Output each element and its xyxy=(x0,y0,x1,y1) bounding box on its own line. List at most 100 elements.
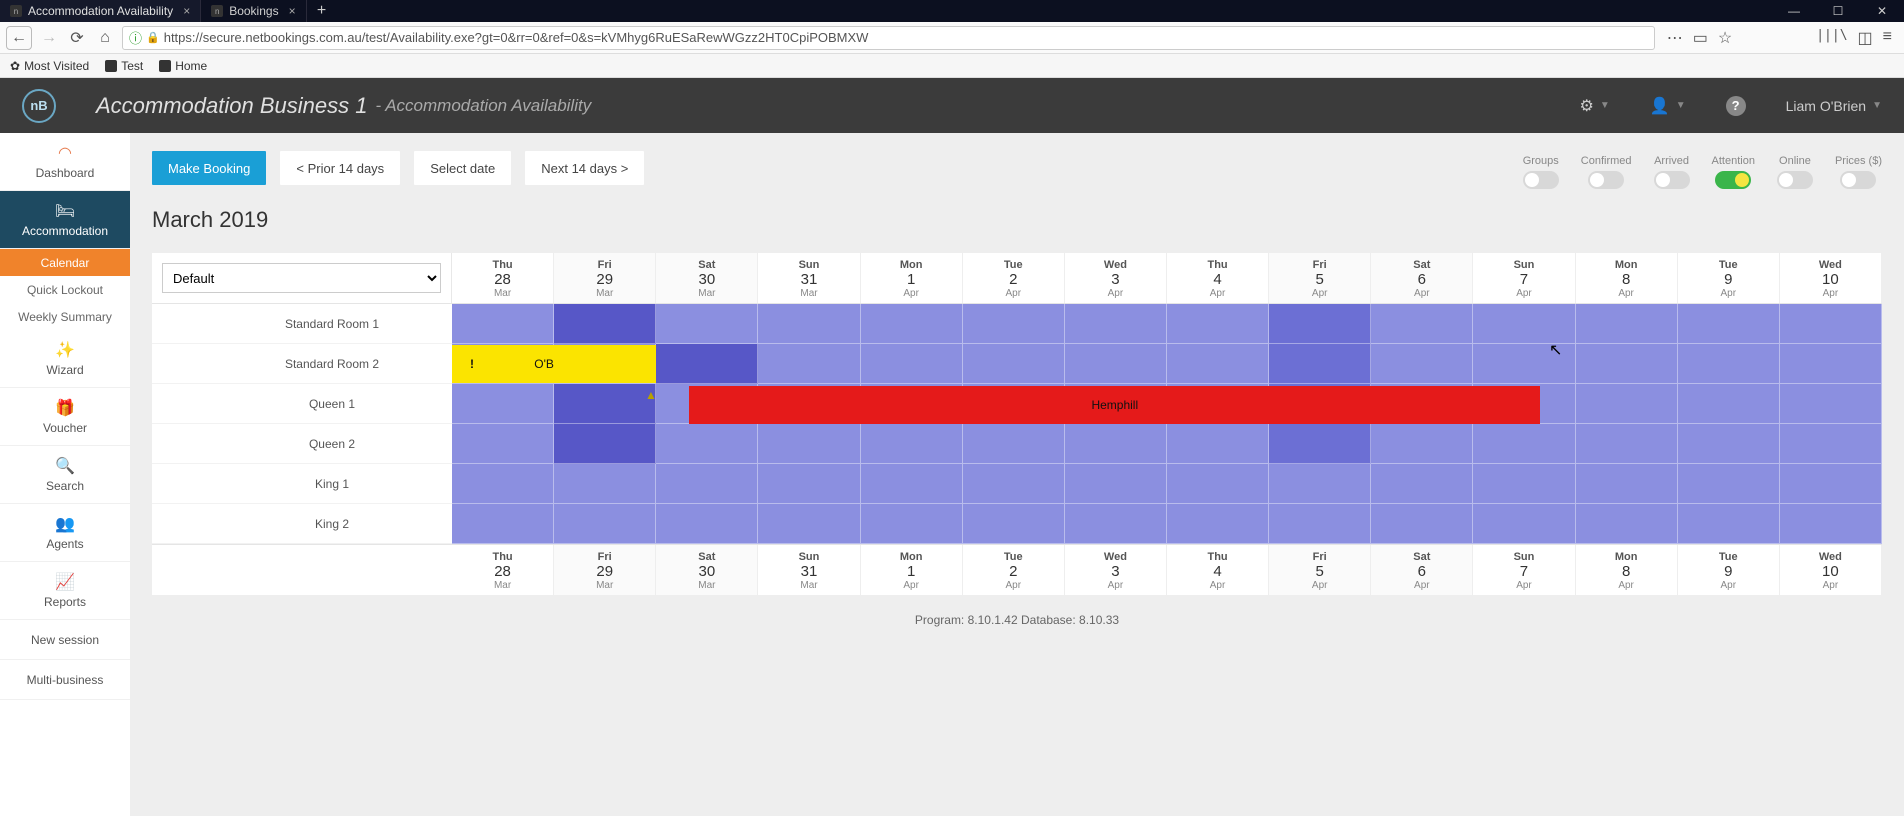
availability-cell[interactable] xyxy=(758,344,860,384)
close-icon[interactable]: × xyxy=(183,4,190,18)
maximize-icon[interactable]: ☐ xyxy=(1816,0,1860,22)
availability-cell[interactable] xyxy=(861,464,963,504)
availability-cell[interactable] xyxy=(1576,424,1678,464)
availability-cell[interactable] xyxy=(1678,304,1780,344)
forward-button[interactable]: → xyxy=(38,27,60,49)
address-bar[interactable]: ⓘ 🔒 https://secure.netbookings.com.au/te… xyxy=(122,26,1655,50)
availability-cell[interactable] xyxy=(1678,424,1780,464)
toggle-switch[interactable] xyxy=(1777,171,1813,189)
availability-cell[interactable] xyxy=(1780,384,1882,424)
availability-cell[interactable] xyxy=(1576,304,1678,344)
back-button[interactable]: ← xyxy=(6,26,32,50)
toggle-arrived[interactable]: Arrived xyxy=(1654,155,1690,189)
availability-cell[interactable] xyxy=(1473,464,1575,504)
room-filter-select[interactable]: Default xyxy=(162,263,441,293)
sidebar-item-accommodation[interactable]: 🛏Accommodation xyxy=(0,191,130,249)
availability-cell[interactable] xyxy=(1269,424,1371,464)
availability-cell[interactable] xyxy=(554,304,656,344)
logo[interactable]: nB xyxy=(22,89,56,123)
sidebar-sub-weekly-summary[interactable]: Weekly Summary xyxy=(0,303,130,330)
availability-cell[interactable] xyxy=(1065,344,1167,384)
availability-cell[interactable] xyxy=(861,344,963,384)
availability-cell[interactable] xyxy=(1678,384,1780,424)
toggle-confirmed[interactable]: Confirmed xyxy=(1581,155,1632,189)
new-tab-button[interactable]: + xyxy=(307,0,337,22)
toggle-prices[interactable]: Prices ($) xyxy=(1835,155,1882,189)
browser-tab-2[interactable]: n Bookings × xyxy=(201,0,306,22)
availability-cell[interactable] xyxy=(1473,344,1575,384)
availability-cell[interactable] xyxy=(1576,344,1678,384)
availability-cell[interactable] xyxy=(1371,304,1473,344)
availability-cell[interactable] xyxy=(1065,304,1167,344)
availability-cell[interactable] xyxy=(1167,504,1269,544)
availability-cell[interactable] xyxy=(1473,504,1575,544)
availability-cell[interactable] xyxy=(963,504,1065,544)
availability-cell[interactable] xyxy=(1065,504,1167,544)
browser-tab-1[interactable]: n Accommodation Availability × xyxy=(0,0,201,22)
availability-cell[interactable] xyxy=(758,504,860,544)
settings-menu[interactable]: ⚙▼ xyxy=(1580,96,1610,116)
availability-cell[interactable] xyxy=(554,384,656,424)
toggle-switch[interactable] xyxy=(1588,171,1624,189)
availability-cell[interactable] xyxy=(1167,304,1269,344)
home-button[interactable]: ⌂ xyxy=(94,27,116,49)
availability-cell[interactable] xyxy=(656,464,758,504)
availability-cell[interactable] xyxy=(1780,304,1882,344)
availability-cell[interactable] xyxy=(758,304,860,344)
availability-cell[interactable] xyxy=(1473,424,1575,464)
star-icon[interactable]: ☆ xyxy=(1718,28,1732,48)
sidebar-item-agents[interactable]: 👥Agents xyxy=(0,504,130,562)
availability-cell[interactable] xyxy=(1269,504,1371,544)
availability-cell[interactable] xyxy=(1678,344,1780,384)
availability-cell[interactable] xyxy=(963,304,1065,344)
next-14-button[interactable]: Next 14 days > xyxy=(525,151,644,185)
sidebar-item-multi-business[interactable]: Multi-business xyxy=(0,660,130,700)
sidebar-item-reports[interactable]: 📈Reports xyxy=(0,562,130,620)
prior-14-button[interactable]: < Prior 14 days xyxy=(280,151,400,185)
availability-cell[interactable] xyxy=(1269,304,1371,344)
availability-cell[interactable] xyxy=(1473,304,1575,344)
availability-cell[interactable] xyxy=(1576,384,1678,424)
reload-button[interactable]: ⟳ xyxy=(66,27,88,49)
minimize-icon[interactable]: — xyxy=(1772,0,1816,22)
booking-hemphill[interactable]: Hemphill xyxy=(689,386,1540,424)
sidebar-item-wizard[interactable]: ✨Wizard xyxy=(0,330,130,388)
availability-cell[interactable] xyxy=(1780,344,1882,384)
availability-cell[interactable] xyxy=(1371,504,1473,544)
availability-cell[interactable] xyxy=(554,504,656,544)
help-button[interactable]: ? xyxy=(1726,96,1746,116)
sidebar-icon[interactable]: ◫ xyxy=(1858,28,1873,48)
availability-cell[interactable] xyxy=(861,304,963,344)
availability-cell[interactable] xyxy=(1269,464,1371,504)
availability-cell[interactable] xyxy=(963,344,1065,384)
sidebar-item-new-session[interactable]: New session xyxy=(0,620,130,660)
availability-cell[interactable] xyxy=(1065,464,1167,504)
library-icon[interactable]: |||\ xyxy=(1816,28,1847,48)
menu-icon[interactable]: ≡ xyxy=(1883,28,1892,48)
availability-cell[interactable] xyxy=(452,304,554,344)
availability-cell[interactable] xyxy=(1167,344,1269,384)
availability-cell[interactable] xyxy=(1780,464,1882,504)
availability-cell[interactable] xyxy=(452,424,554,464)
bookmark-most-visited[interactable]: ✿Most Visited xyxy=(10,59,89,73)
toggle-switch[interactable] xyxy=(1523,171,1559,189)
toggle-switch[interactable] xyxy=(1840,171,1876,189)
reader-icon[interactable]: ▭ xyxy=(1693,28,1708,48)
availability-cell[interactable] xyxy=(1780,424,1882,464)
availability-cell[interactable] xyxy=(1780,504,1882,544)
availability-cell[interactable] xyxy=(1371,424,1473,464)
availability-cell[interactable] xyxy=(758,424,860,464)
profile-menu[interactable]: 👤▼ xyxy=(1650,96,1686,116)
availability-cell[interactable] xyxy=(452,504,554,544)
availability-cell[interactable] xyxy=(1167,464,1269,504)
availability-cell[interactable] xyxy=(963,464,1065,504)
availability-cell[interactable] xyxy=(1678,464,1780,504)
availability-cell[interactable] xyxy=(1678,504,1780,544)
user-menu[interactable]: Liam O'Brien▼ xyxy=(1786,98,1882,114)
make-booking-button[interactable]: Make Booking xyxy=(152,151,266,185)
availability-cell[interactable] xyxy=(861,424,963,464)
availability-cell[interactable] xyxy=(656,304,758,344)
toggle-online[interactable]: Online xyxy=(1777,155,1813,189)
toggle-groups[interactable]: Groups xyxy=(1523,155,1559,189)
availability-cell[interactable] xyxy=(861,504,963,544)
